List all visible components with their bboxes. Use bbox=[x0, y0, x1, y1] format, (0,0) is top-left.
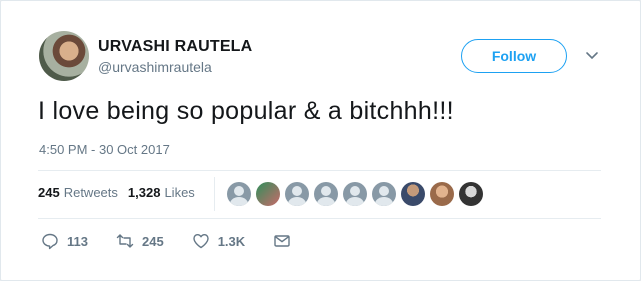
retweets-label: Retweets bbox=[63, 185, 118, 200]
likes-stat[interactable]: 1,328 Likes bbox=[128, 185, 195, 200]
retweets-stat[interactable]: 245 Retweets bbox=[38, 185, 118, 200]
retweets-count: 245 bbox=[38, 185, 60, 200]
reply-count: 113 bbox=[67, 233, 88, 249]
divider bbox=[38, 218, 601, 219]
tweet-actions: 113 245 1.3K bbox=[41, 232, 319, 250]
default-avatar-icon[interactable] bbox=[285, 182, 309, 206]
user-avatar-icon[interactable] bbox=[256, 182, 280, 206]
likers-list bbox=[227, 182, 483, 206]
retweet-action[interactable]: 245 bbox=[116, 232, 164, 250]
default-avatar-icon[interactable] bbox=[227, 182, 251, 206]
default-avatar-icon[interactable] bbox=[372, 182, 396, 206]
default-avatar-icon[interactable] bbox=[343, 182, 367, 206]
chevron-down-icon[interactable] bbox=[584, 47, 600, 63]
user-avatar-icon[interactable] bbox=[401, 182, 425, 206]
likes-count: 1,328 bbox=[127, 185, 161, 200]
like-action[interactable]: 1.3K bbox=[192, 232, 245, 250]
heart-icon bbox=[192, 234, 209, 249]
author-handle[interactable]: @urvashimrautela bbox=[98, 59, 212, 75]
tweet-timestamp[interactable]: 4:50 PM - 30 Oct 2017 bbox=[39, 142, 170, 157]
stats-separator bbox=[214, 177, 215, 211]
envelope-icon bbox=[274, 235, 290, 247]
reply-icon bbox=[42, 233, 58, 250]
tweet-text: I love being so popular & a bitchhh!!! bbox=[38, 97, 454, 125]
follow-button[interactable]: Follow bbox=[461, 39, 567, 73]
user-avatar-icon[interactable] bbox=[459, 182, 483, 206]
retweet-count: 245 bbox=[141, 233, 164, 249]
like-count: 1.3K bbox=[217, 233, 246, 249]
direct-message-action[interactable] bbox=[273, 232, 291, 250]
divider bbox=[38, 170, 601, 171]
reply-action[interactable]: 113 bbox=[41, 232, 88, 250]
tweet-card: URVASHI RAUTELA @urvashimrautela Follow … bbox=[0, 0, 641, 281]
author-name[interactable]: URVASHI RAUTELA bbox=[98, 38, 252, 56]
user-avatar-icon[interactable] bbox=[430, 182, 454, 206]
default-avatar-icon[interactable] bbox=[314, 182, 338, 206]
author-avatar[interactable] bbox=[39, 31, 89, 81]
retweet-icon bbox=[116, 234, 134, 248]
tweet-stats: 245 Retweets 1,328 Likes bbox=[38, 185, 195, 200]
likes-label: Likes bbox=[164, 185, 195, 200]
